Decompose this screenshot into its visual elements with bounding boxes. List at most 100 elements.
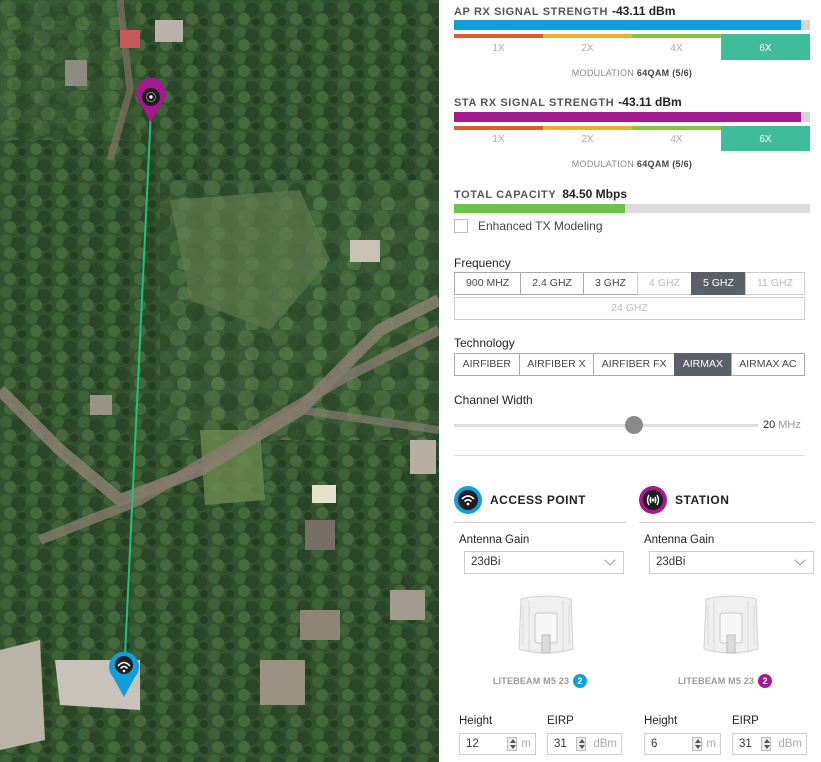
frequency-option-4-ghz: 4 GHZ [636,272,692,295]
sta-mcs-labels: 1X 2X 4X 6X [454,129,810,151]
access-point-column: ACCESS POINT Antenna Gain 23dBi LITEBEAM… [454,486,626,762]
access-point-title: ACCESS POINT [490,493,587,507]
frequency-option-900-mhz[interactable]: 900 MHZ [454,272,522,295]
frequency-option-5-ghz[interactable]: 5 GHZ [690,272,746,295]
sta-height-input[interactable]: 6 m [644,733,721,755]
ap-height-value: 12 [466,738,479,750]
sta-count-badge: 2 [758,674,773,688]
chevron-down-icon [794,554,806,566]
station-title: STATION [675,493,730,507]
ap-mcs-label-6x: 6X [721,38,810,60]
ap-antenna-gain-value: 23dBi [471,556,501,568]
sta-eirp-unit: dBm [778,738,802,750]
ap-mcs-labels: 1X 2X 4X 6X [454,38,810,60]
sta-device-image [703,595,759,654]
ap-rx-signal-bar [454,20,810,30]
station-antenna-icon [639,486,667,514]
ap-eirp-value: 31 [554,738,567,750]
frequency-option-24ghz: 24 GHZ [454,297,805,320]
ap-antenna-gain-label: Antenna Gain [459,534,530,546]
ap-device-image [518,595,574,654]
ap-rx-signal-value: -43.11 dBm [612,4,676,18]
total-capacity-label: TOTAL CAPACITY [454,189,557,201]
channel-width-slider-thumb[interactable] [625,416,643,434]
channel-width-slider-track[interactable] [454,424,758,427]
ap-height-unit: m [521,738,531,750]
ap-eirp-unit: dBm [593,738,617,750]
link-settings-panel: AP RX SIGNAL STRENGTH -43.11 dBm 1X 2X 4X 6X… [439,0,821,762]
technology-option-airmax-ac[interactable]: AIRMAX AC [730,353,806,376]
technology-option-airfiber[interactable]: AIRFIBER [454,353,520,376]
total-capacity-title: TOTAL CAPACITY 84.50 Mbps [454,187,627,201]
ap-modulation: MODULATION 64QAM (5/6) [454,68,810,78]
ap-mcs-label-2x: 2X [581,43,594,54]
ap-rx-signal-title: AP RX SIGNAL STRENGTH -43.11 dBm [454,4,675,18]
sta-height-value: 6 [651,738,658,750]
sta-antenna-gain-value: 23dBi [656,556,686,568]
sta-mcs-label-4x: 4X [670,134,683,145]
technology-option-airfiber-fx[interactable]: AIRFIBER FX [593,353,676,376]
frequency-option-3-ghz[interactable]: 3 GHZ [583,272,638,295]
station-header: STATION [639,486,814,523]
sta-rx-signal-value: -43.11 dBm [618,95,682,109]
frequency-label: Frequency [454,256,511,270]
link-line [123,109,152,677]
chevron-down-icon [604,554,616,566]
svg-text:⦿: ⦿ [146,92,156,104]
sta-mcs-label-1x: 1X [492,134,505,145]
ap-count-badge: 2 [573,674,588,688]
ap-eirp-input[interactable]: 31 dBm [547,733,622,755]
channel-width-value: 20 MHz [763,419,801,431]
enhanced-tx-checkbox[interactable] [454,219,468,233]
channel-width-number: 20 [763,419,776,431]
channel-width-unit: MHz [778,419,801,431]
sta-height-spinner[interactable] [692,737,702,751]
sta-modulation: MODULATION 64QAM (5/6) [454,159,810,169]
station-column: STATION Antenna Gain 23dBi LITEBEAM M5 2… [639,486,814,762]
sta-modulation-value: 64QAM (5/6) [636,159,693,169]
sta-rx-signal-label: STA RX SIGNAL STRENGTH [454,97,615,109]
ap-modulation-label: MODULATION [571,68,635,78]
sta-eirp-value: 31 [739,738,752,750]
divider [454,455,805,456]
total-capacity-value: 84.50 Mbps [562,187,628,201]
sta-height-label: Height [644,715,678,727]
access-point-header: ACCESS POINT [454,486,626,523]
frequency-selector: 900 MHZ 2.4 GHZ 3 GHZ 4 GHZ 5 GHZ 11 GHZ [454,272,805,295]
sta-mcs-label-6x: 6X [721,129,810,151]
ap-rx-signal-fill [454,20,802,30]
ap-model: LITEBEAM M5 23 2 [454,674,626,688]
frequency-option-2-4-ghz[interactable]: 2.4 GHZ [520,272,584,295]
frequency-option-11-ghz: 11 GHZ [744,272,805,295]
enhanced-tx-row[interactable]: Enhanced TX Modeling [454,219,603,233]
sta-eirp-spinner[interactable] [761,737,771,751]
sta-eirp-input[interactable]: 31 dBm [732,733,807,755]
access-point-map-pin[interactable] [108,651,139,697]
ap-antenna-gain-dropdown[interactable]: 23dBi [464,551,624,574]
ap-modulation-value: 64QAM (5/6) [636,68,693,78]
ap-height-input[interactable]: 12 m [459,733,536,755]
ap-height-label: Height [459,715,493,727]
ap-model-name: LITEBEAM M5 23 [492,676,570,686]
sta-antenna-gain-dropdown[interactable]: 23dBi [649,551,814,574]
sta-rx-signal-title: STA RX SIGNAL STRENGTH -43.11 dBm [454,95,682,109]
access-point-wifi-icon [454,486,482,514]
sta-rx-signal-bar [454,112,810,122]
enhanced-tx-label: Enhanced TX Modeling [478,219,603,233]
sta-modulation-label: MODULATION [571,159,635,169]
sta-mcs-label-2x: 2X [581,134,594,145]
ap-rx-signal-label: AP RX SIGNAL STRENGTH [454,6,608,18]
ap-eirp-spinner[interactable] [576,737,586,751]
technology-option-airmax[interactable]: AIRMAX [674,353,732,376]
ap-height-spinner[interactable] [507,737,517,751]
sta-antenna-gain-label: Antenna Gain [644,534,715,546]
channel-width-label: Channel Width [454,393,533,407]
ap-mcs-label-1x: 1X [492,43,505,54]
satellite-map[interactable]: ⦿ [0,0,439,762]
sta-height-unit: m [706,738,716,750]
sta-model-name: LITEBEAM M5 23 [677,676,755,686]
sta-eirp-label: EIRP [732,715,759,727]
ap-eirp-label: EIRP [547,715,574,727]
technology-option-airfiber-x[interactable]: AIRFIBER X [518,353,595,376]
station-map-pin[interactable]: ⦿ [136,77,167,122]
